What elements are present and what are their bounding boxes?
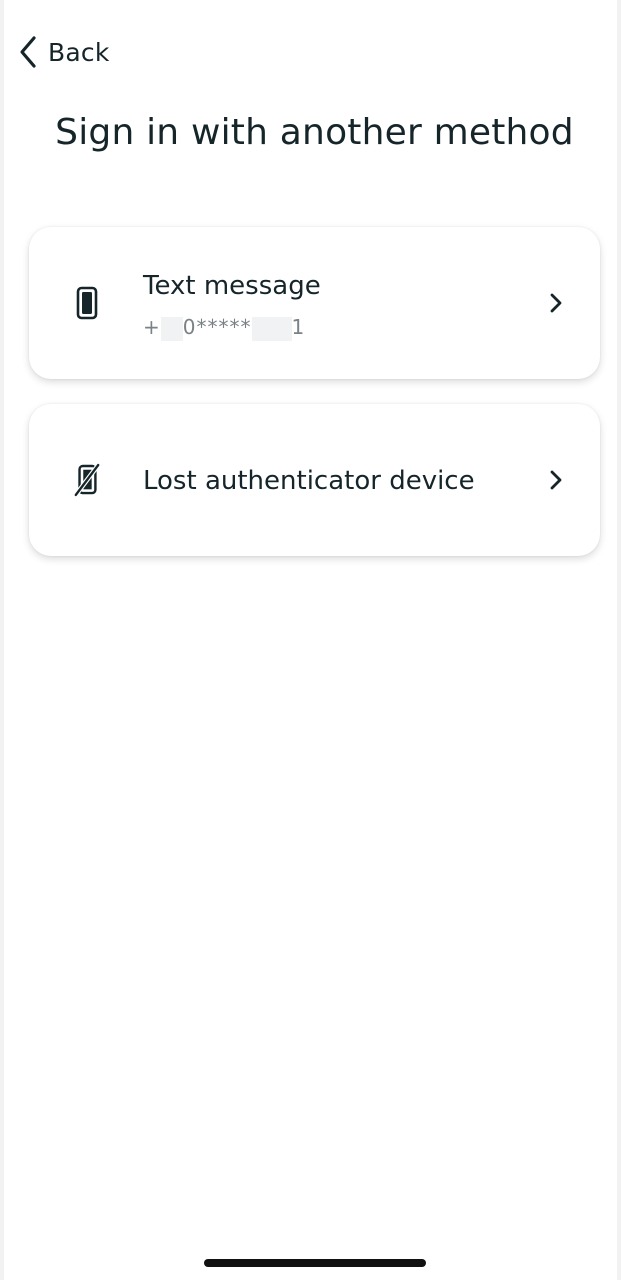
masked-phone-number: +0***** 1: [143, 315, 305, 341]
back-button[interactable]: Back: [16, 30, 116, 74]
page-title: Sign in with another method: [55, 112, 574, 153]
phone-suffix: 1: [291, 315, 306, 339]
home-indicator[interactable]: [204, 1259, 426, 1267]
phone-prefix: +: [143, 315, 161, 339]
phone-masked: 0*****: [182, 315, 252, 339]
method-title: Lost authenticator device: [143, 466, 475, 496]
chevron-right-icon: [548, 468, 564, 492]
method-text-message[interactable]: Text message +0***** 1: [29, 227, 600, 379]
method-lost-authenticator[interactable]: Lost authenticator device: [29, 404, 600, 556]
back-label: Back: [48, 37, 110, 67]
phone-off-icon: [73, 462, 101, 498]
phone-icon: [73, 285, 101, 321]
method-title: Text message: [143, 271, 321, 301]
redaction-box: [160, 316, 183, 341]
chevron-left-icon: [18, 35, 38, 69]
screen: Back Sign in with another method Text me…: [0, 0, 621, 1280]
redaction-box: [251, 316, 292, 341]
chevron-right-icon: [548, 291, 564, 315]
